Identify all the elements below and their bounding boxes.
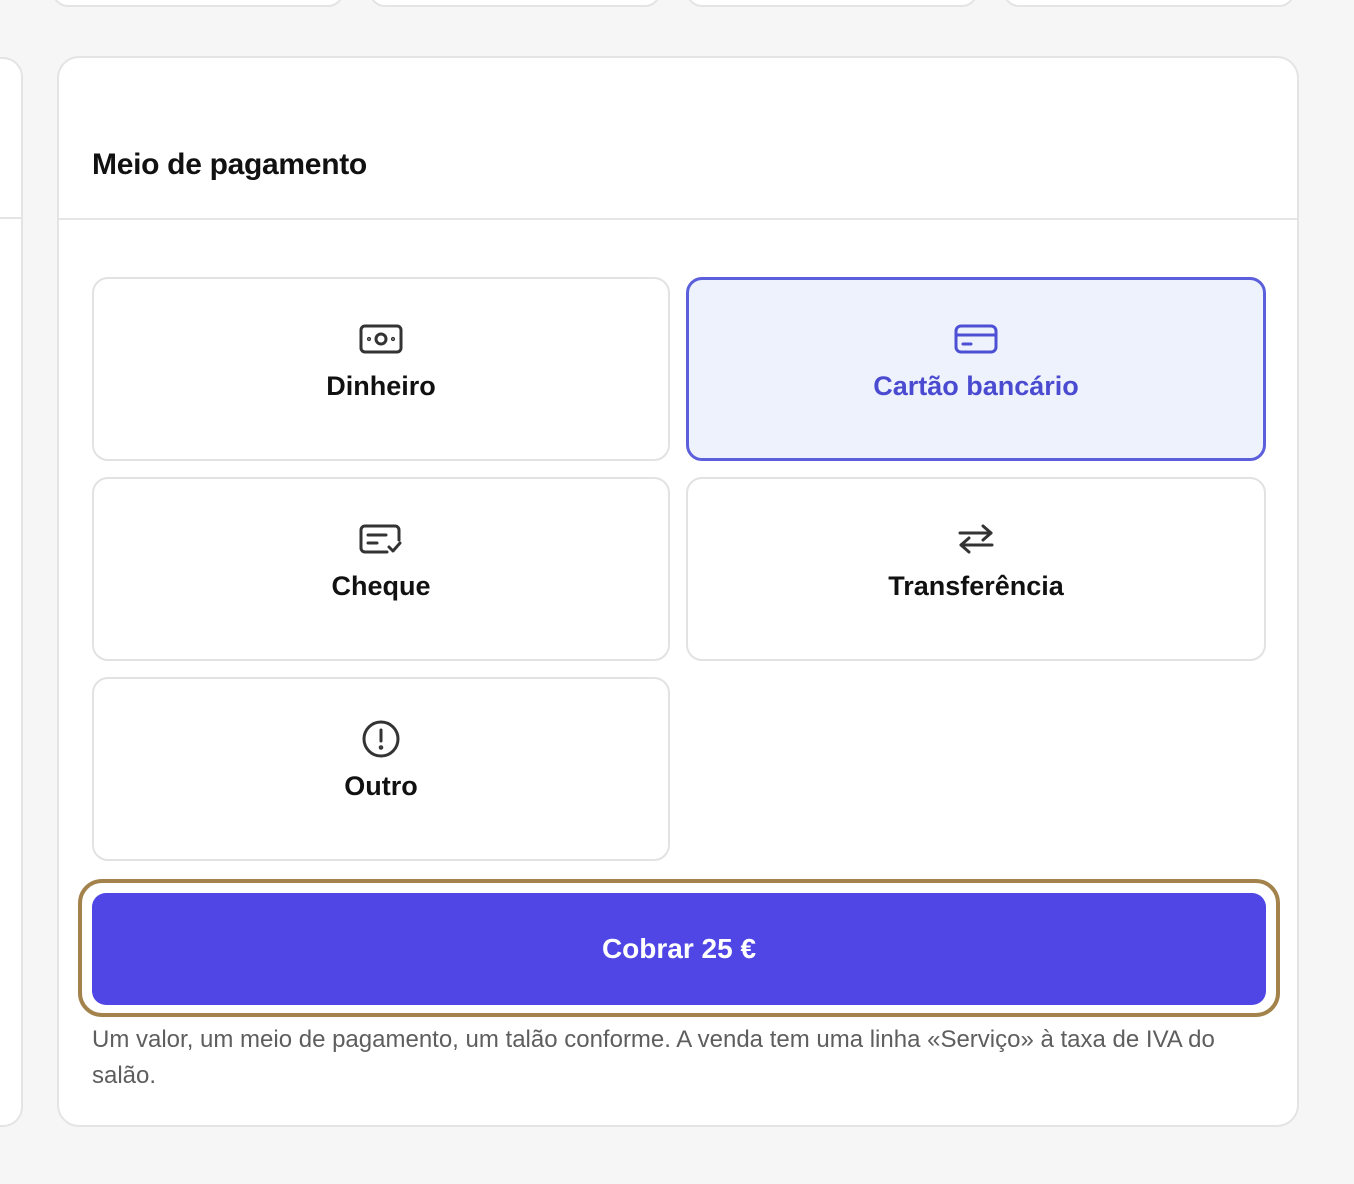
payment-option-transfer[interactable]: Transferência (686, 477, 1266, 661)
section-divider (59, 218, 1297, 220)
top-card-3 (686, 0, 978, 7)
top-card-4 (1003, 0, 1295, 7)
payment-option-other[interactable]: Outro (92, 677, 670, 861)
payment-option-cash[interactable]: Dinheiro (92, 277, 670, 461)
payment-option-card[interactable]: Cartão bancário (686, 277, 1266, 461)
payment-option-label: Transferência (888, 571, 1064, 601)
section-title: Meio de pagamento (92, 148, 367, 181)
payment-option-label: Outro (344, 771, 418, 801)
transfer-arrows-icon (954, 521, 998, 557)
top-card-2 (369, 0, 661, 7)
left-panel-divider (0, 217, 22, 219)
payment-option-label: Cartão bancário (873, 371, 1079, 401)
alert-circle-icon (359, 720, 403, 758)
payment-option-label: Dinheiro (326, 371, 436, 401)
payment-option-label: Cheque (331, 571, 431, 601)
top-card-1 (52, 0, 344, 7)
payment-method-card: Meio de pagamento Dinheiro Cartão bancár… (57, 56, 1299, 1127)
banknote-icon (359, 321, 403, 357)
helper-note: Um valor, um meio de pagamento, um talão… (92, 1026, 1215, 1089)
payment-option-cheque[interactable]: Cheque (92, 477, 670, 661)
charge-button[interactable]: Cobrar 25 € (92, 893, 1266, 1005)
credit-card-icon (954, 321, 998, 357)
cheque-icon (359, 521, 403, 557)
